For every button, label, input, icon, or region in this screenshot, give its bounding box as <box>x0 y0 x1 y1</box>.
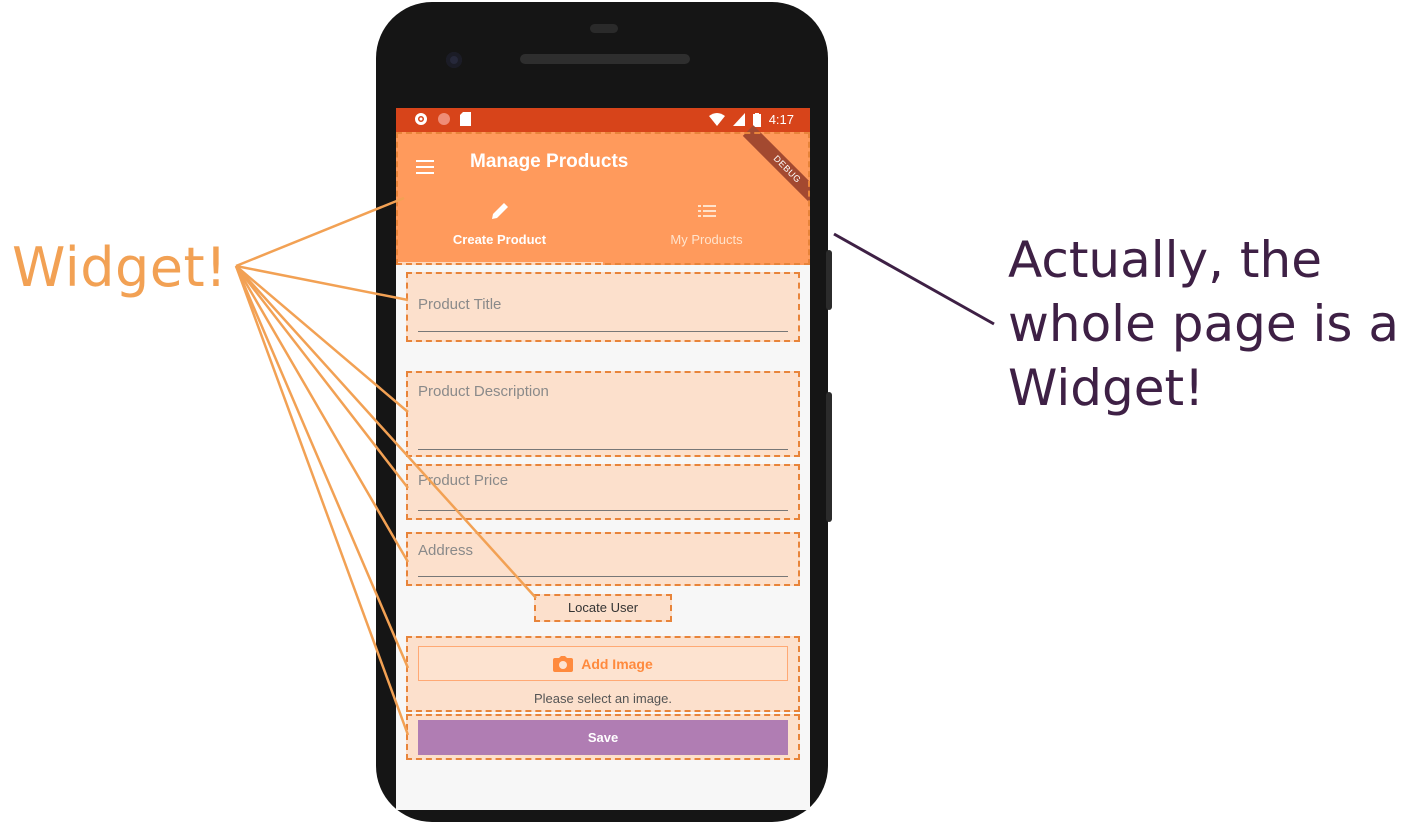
product-title-field[interactable]: Product Title <box>406 272 800 342</box>
settings-icon <box>415 113 427 125</box>
signal-icon <box>732 113 745 126</box>
phone-earpiece <box>590 24 618 33</box>
power-button <box>826 392 832 522</box>
image-hint-text: Please select an image. <box>533 691 673 706</box>
app-bar-widget-outline <box>396 132 810 265</box>
sd-card-icon <box>460 112 471 126</box>
annotation-line-whole-page <box>833 232 995 326</box>
field-underline <box>418 449 788 450</box>
address-field[interactable]: Address <box>406 532 800 586</box>
field-underline <box>418 510 788 511</box>
add-image-label: Add Image <box>581 655 653 672</box>
volume-button <box>826 250 832 310</box>
wifi-icon <box>708 113 725 126</box>
product-description-field[interactable]: Product Description <box>406 371 800 457</box>
product-price-field[interactable]: Product Price <box>406 464 800 520</box>
whole-page-annotation-label: Actually, the whole page is a Widget! <box>1008 231 1399 417</box>
field-underline <box>418 331 788 332</box>
product-price-label: Product Price <box>418 472 509 489</box>
battery-icon <box>752 112 761 127</box>
image-input-widget: Add Image Please select an image. <box>406 636 800 712</box>
product-description-label: Product Description <box>418 383 549 400</box>
product-title-label: Product Title <box>418 296 502 313</box>
widget-annotation-label: Widget! <box>12 236 228 299</box>
front-camera <box>446 52 462 68</box>
save-button[interactable]: Save <box>418 720 788 755</box>
save-button-widget: Save <box>406 714 800 760</box>
field-underline <box>418 576 788 577</box>
locate-user-button[interactable]: Locate User <box>534 594 672 622</box>
status-time: 4:17 <box>768 112 794 127</box>
phone-speaker <box>520 54 690 64</box>
add-image-button[interactable]: Add Image <box>418 646 788 681</box>
address-label: Address <box>418 542 474 559</box>
app-screen: 4:17 Manage Products Create Product My P… <box>396 108 810 810</box>
status-bar: 4:17 <box>396 108 810 132</box>
notification-dot-icon <box>438 113 450 125</box>
camera-icon <box>553 655 574 672</box>
